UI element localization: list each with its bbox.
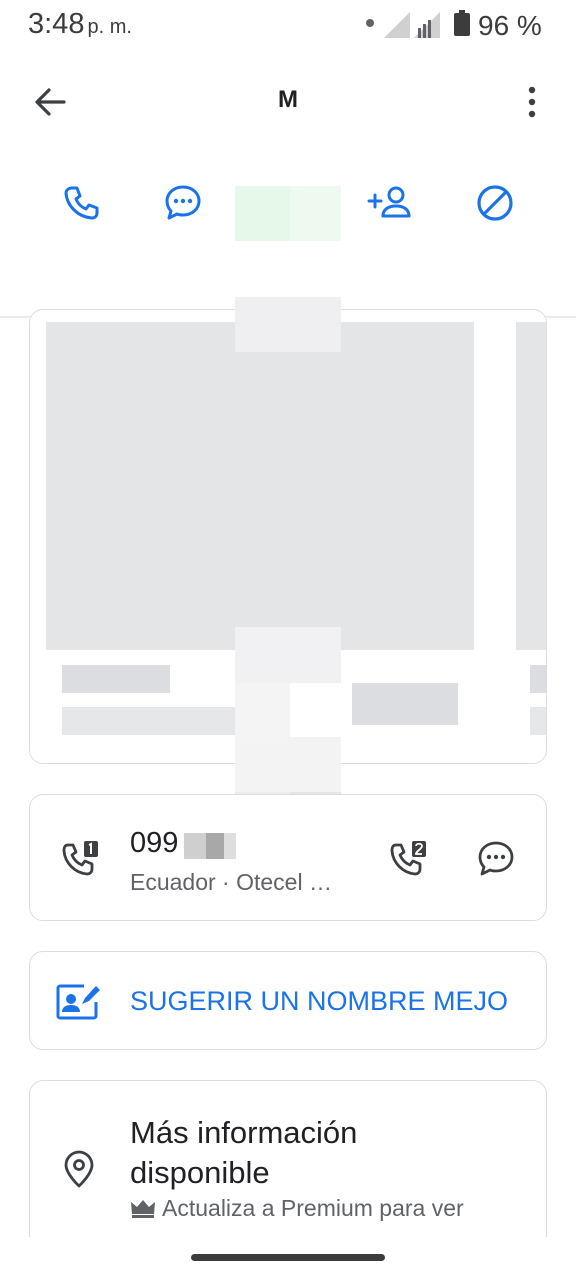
more-options-icon[interactable] [516, 84, 548, 120]
block-icon [477, 185, 513, 221]
phone-icon [64, 186, 99, 220]
redaction-block [235, 186, 290, 241]
call-button[interactable] [56, 180, 106, 226]
message-button[interactable] [158, 180, 208, 226]
sim1-call-icon[interactable] [60, 839, 100, 879]
text-placeholder [530, 707, 546, 735]
text-placeholder [62, 707, 238, 735]
status-bar: 3:48 p. m. 96 % [0, 0, 576, 52]
notification-dot-icon [366, 19, 374, 27]
add-person-icon [367, 186, 411, 218]
redaction-block [235, 737, 341, 792]
edit-contact-card-icon [56, 984, 100, 1020]
message-icon[interactable] [476, 839, 516, 879]
carrier-info: Ecuador · Otecel … [130, 869, 332, 895]
crown-icon [131, 1200, 155, 1218]
home-gesture-handle[interactable] [191, 1254, 385, 1261]
battery-icon [454, 10, 470, 36]
redaction-block [224, 833, 236, 859]
more-info-title: Más información disponible [130, 1115, 358, 1190]
block-button[interactable] [470, 180, 520, 226]
mobile-signal-icon [414, 12, 440, 38]
redaction-block [235, 297, 341, 352]
battery-percentage: 96 % [478, 10, 542, 41]
contact-title: M [278, 86, 298, 113]
redaction-block [290, 683, 341, 737]
phone-number-card[interactable]: 099 Ecuador · Otecel … [29, 794, 547, 921]
text-placeholder [62, 665, 170, 693]
text-placeholder [352, 683, 458, 725]
redaction-block [235, 627, 341, 683]
status-time: 3:48 p. m. [28, 8, 132, 41]
premium-upsell-text: Actualiza a Premium para ver [130, 1195, 464, 1222]
phone-number: 099 [130, 827, 179, 859]
redaction-block [184, 833, 206, 859]
status-time-value: 3:48 [28, 8, 85, 40]
redaction-block [235, 683, 290, 737]
premium-upsell-label: Actualiza a Premium para ver [162, 1195, 464, 1221]
top-app-bar: M [0, 60, 576, 140]
chat-bubble-icon [165, 185, 201, 220]
location-pin-icon [64, 1150, 94, 1188]
text-placeholder [530, 665, 546, 693]
signal-icon [384, 12, 410, 38]
status-time-ampm: p. m. [87, 16, 132, 38]
add-contact-button[interactable] [366, 180, 416, 226]
sim2-call-icon[interactable] [388, 839, 428, 879]
suggest-name-label: SUGERIR UN NOMBRE MEJO [130, 986, 509, 1016]
redaction-block [206, 833, 224, 859]
suggest-name-button[interactable]: SUGERIR UN NOMBRE MEJO [29, 951, 547, 1050]
redaction-block [290, 186, 341, 241]
image-placeholder-next [516, 322, 546, 650]
image-placeholder [46, 322, 474, 650]
